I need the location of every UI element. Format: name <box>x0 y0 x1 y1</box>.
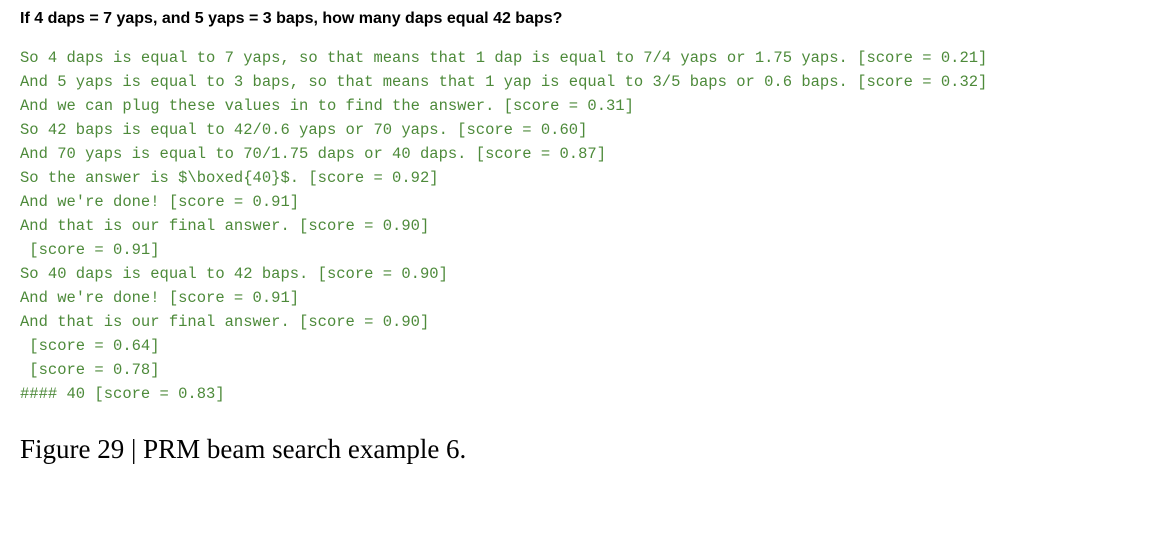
figure-caption: Figure 29 | PRM beam search example 6. <box>20 434 1134 465</box>
solution-line: And that is our final answer. [score = 0… <box>20 214 1134 238</box>
solution-line: And that is our final answer. [score = 0… <box>20 310 1134 334</box>
solution-line: And 70 yaps is equal to 70/1.75 daps or … <box>20 142 1134 166</box>
solution-line: So 42 baps is equal to 42/0.6 yaps or 70… <box>20 118 1134 142</box>
solution-line: So 4 daps is equal to 7 yaps, so that me… <box>20 46 1134 70</box>
solution-line: [score = 0.78] <box>20 358 1134 382</box>
solution-block: So 4 daps is equal to 7 yaps, so that me… <box>20 46 1134 406</box>
solution-line: And we're done! [score = 0.91] <box>20 190 1134 214</box>
solution-line: #### 40 [score = 0.83] <box>20 382 1134 406</box>
solution-line: [score = 0.64] <box>20 334 1134 358</box>
solution-line: And we're done! [score = 0.91] <box>20 286 1134 310</box>
solution-line: So the answer is $\boxed{40}$. [score = … <box>20 166 1134 190</box>
solution-line: [score = 0.91] <box>20 238 1134 262</box>
solution-line: And 5 yaps is equal to 3 baps, so that m… <box>20 70 1134 94</box>
problem-title: If 4 daps = 7 yaps, and 5 yaps = 3 baps,… <box>20 10 1134 28</box>
solution-line: And we can plug these values in to find … <box>20 94 1134 118</box>
solution-line: So 40 daps is equal to 42 baps. [score =… <box>20 262 1134 286</box>
